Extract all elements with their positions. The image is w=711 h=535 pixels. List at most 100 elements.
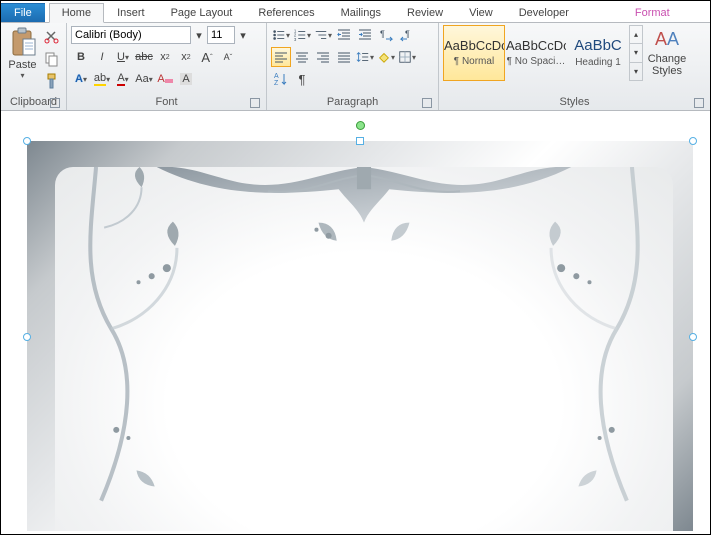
align-center-button[interactable] <box>292 47 312 67</box>
chevron-up-icon[interactable]: ▴ <box>630 26 642 44</box>
indent-icon <box>357 27 373 43</box>
align-left-icon <box>273 49 289 65</box>
align-right-button[interactable] <box>313 47 333 67</box>
dialog-launcher-icon[interactable] <box>422 98 432 108</box>
sort-button[interactable]: AZ <box>271 69 291 89</box>
underline-button[interactable]: U▾ <box>113 47 133 67</box>
font-color-button[interactable]: A▾ <box>113 69 133 89</box>
mid-left-handle[interactable] <box>23 333 31 341</box>
dialog-launcher-icon[interactable] <box>250 98 260 108</box>
italic-button[interactable]: I <box>92 47 112 67</box>
justify-button[interactable] <box>334 47 354 67</box>
character-shading-button[interactable]: A <box>176 69 196 89</box>
copy-button[interactable] <box>42 49 62 69</box>
tab-format[interactable]: Format <box>622 3 683 22</box>
rtl-button[interactable]: ¶ <box>397 25 417 45</box>
line-spacing-button[interactable]: ▾ <box>355 47 375 67</box>
borders-button[interactable]: ▾ <box>397 47 417 67</box>
tab-page-layout[interactable]: Page Layout <box>158 3 246 22</box>
increase-indent-button[interactable] <box>355 25 375 45</box>
change-styles-button[interactable]: AA Change Styles <box>643 25 691 91</box>
shrink-font-button[interactable]: Aˇ <box>218 47 238 67</box>
svg-text:A: A <box>274 73 279 80</box>
superscript-button[interactable]: x2 <box>176 47 196 67</box>
multilevel-icon <box>314 27 328 43</box>
group-clipboard: Paste ▾ Clipboard <box>1 23 67 110</box>
numbering-button[interactable]: 123▾ <box>292 25 312 45</box>
font-size-dropdown[interactable]: ▾ <box>236 25 250 45</box>
chevron-down-icon: ▾ <box>20 71 24 80</box>
group-styles: AaBbCcDc ¶ Normal AaBbCcDc ¶ No Spaci… A… <box>439 23 710 110</box>
scissors-icon <box>44 29 60 45</box>
align-left-button[interactable] <box>271 47 291 67</box>
rotation-handle[interactable] <box>356 121 365 130</box>
paste-button[interactable]: Paste ▾ <box>5 25 40 91</box>
dialog-launcher-icon[interactable] <box>50 98 60 108</box>
shading-button[interactable]: ▾ <box>376 47 396 67</box>
svg-text:¶: ¶ <box>380 29 385 39</box>
change-styles-icon: AA <box>653 27 681 51</box>
eraser-icon <box>165 75 173 83</box>
ribbon: Paste ▾ Clipboard ▾ <box>1 23 710 111</box>
clear-formatting-button[interactable]: A <box>155 69 175 89</box>
text-effects-button[interactable]: A▾ <box>71 69 91 89</box>
strikethrough-button[interactable]: abc <box>134 47 154 67</box>
tab-insert[interactable]: Insert <box>104 3 158 22</box>
tab-review[interactable]: Review <box>394 3 456 22</box>
tab-developer[interactable]: Developer <box>506 3 582 22</box>
group-font: ▾ ▾ B I U▾ abc x2 x2 Aˆ Aˇ A▾ ab▾ A▾ Aa▾… <box>67 23 267 110</box>
paste-icon <box>10 27 36 57</box>
multilevel-list-button[interactable]: ▾ <box>313 25 333 45</box>
borders-icon <box>398 49 412 65</box>
tab-strip: File Home Insert Page Layout References … <box>1 1 710 23</box>
font-name-input[interactable] <box>71 26 191 44</box>
top-mid-handle[interactable] <box>356 137 364 145</box>
bullets-button[interactable]: ▾ <box>271 25 291 45</box>
tab-mailings[interactable]: Mailings <box>328 3 394 22</box>
style-no-spacing[interactable]: AaBbCcDc ¶ No Spaci… <box>505 25 567 81</box>
document-area[interactable] <box>1 111 710 534</box>
svg-text:Z: Z <box>274 80 279 87</box>
style-gallery-scroll[interactable]: ▴ ▾ ▾ <box>629 25 643 81</box>
svg-text:3: 3 <box>294 37 297 42</box>
subscript-button[interactable]: x2 <box>155 47 175 67</box>
bucket-icon <box>377 49 391 65</box>
file-tab[interactable]: File <box>1 3 45 22</box>
bold-button[interactable]: B <box>71 47 91 67</box>
align-right-icon <box>315 49 331 65</box>
cut-button[interactable] <box>42 27 62 47</box>
bullets-icon <box>272 27 286 43</box>
tab-view[interactable]: View <box>456 3 506 22</box>
grow-font-button[interactable]: Aˆ <box>197 47 217 67</box>
mid-right-handle[interactable] <box>689 333 697 341</box>
style-name: ¶ Normal <box>454 56 494 67</box>
inserted-picture[interactable] <box>27 141 693 531</box>
highlight-button[interactable]: ab▾ <box>92 69 112 89</box>
style-normal[interactable]: AaBbCcDc ¶ Normal <box>443 25 505 81</box>
font-size-input[interactable] <box>207 26 235 44</box>
top-right-handle[interactable] <box>689 137 697 145</box>
group-paragraph: ▾ 123▾ ▾ ¶ ¶ ▾ ▾ ▾ AZ ¶ Paragr <box>267 23 439 110</box>
copy-icon <box>44 51 60 67</box>
chevron-down-icon[interactable]: ▾ <box>630 44 642 62</box>
show-marks-button[interactable]: ¶ <box>292 69 312 89</box>
format-painter-button[interactable] <box>42 71 62 91</box>
change-styles-label: Change Styles <box>648 53 687 77</box>
decorative-vines <box>55 167 673 531</box>
paintbrush-icon <box>44 73 60 89</box>
style-sample: AaBbC <box>574 38 622 53</box>
group-paragraph-label: Paragraph <box>327 96 378 108</box>
change-case-button[interactable]: Aa▾ <box>134 69 154 89</box>
expand-gallery-icon[interactable]: ▾ <box>630 63 642 80</box>
top-left-handle[interactable] <box>23 137 31 145</box>
tab-home[interactable]: Home <box>49 3 104 23</box>
style-heading-1[interactable]: AaBbC Heading 1 <box>567 25 629 81</box>
svg-text:A: A <box>655 29 667 49</box>
font-name-dropdown[interactable]: ▾ <box>192 25 206 45</box>
ltr-button[interactable]: ¶ <box>376 25 396 45</box>
style-sample: AaBbCcDc <box>444 39 504 52</box>
dialog-launcher-icon[interactable] <box>694 98 704 108</box>
svg-text:¶: ¶ <box>405 29 410 39</box>
tab-references[interactable]: References <box>245 3 327 22</box>
decrease-indent-button[interactable] <box>334 25 354 45</box>
